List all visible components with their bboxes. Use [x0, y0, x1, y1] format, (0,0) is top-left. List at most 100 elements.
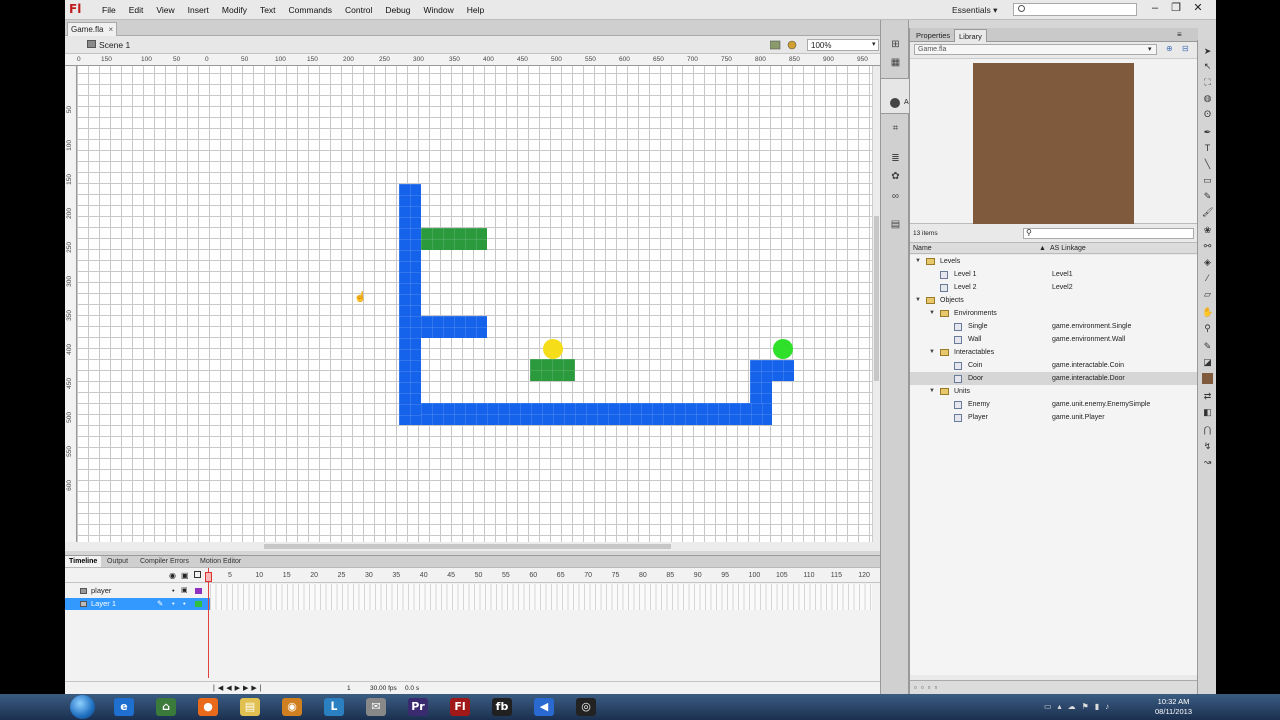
menu-modify[interactable]: Modify	[216, 5, 254, 15]
eye-icon[interactable]: ◉	[169, 571, 176, 580]
frames-grid[interactable]	[210, 584, 872, 610]
lock-icon[interactable]: ▣	[181, 585, 188, 597]
outline-icon[interactable]	[194, 571, 201, 578]
taskbar-app-internet-explorer[interactable]: e	[106, 695, 142, 719]
taskbar-app-mail[interactable]: ✉	[358, 695, 394, 719]
library-symbol-row[interactable]: Door game.interactable.Door	[910, 372, 1198, 385]
platform-tile[interactable]	[530, 359, 575, 381]
door-instance[interactable]	[773, 339, 793, 359]
pen-tool-icon[interactable]: ✒	[1202, 127, 1213, 138]
lasso-tool-icon[interactable]: ʘ	[1202, 109, 1213, 120]
edit-symbols-icons[interactable]	[770, 39, 800, 51]
layer-row[interactable]: player • ▣	[65, 585, 210, 597]
scroll-thumb[interactable]	[874, 216, 879, 381]
lock-icon[interactable]: ▣	[181, 571, 189, 580]
fill-color-icon[interactable]: ◪	[1202, 357, 1213, 368]
library-folder-row[interactable]: ▼ Levels	[910, 255, 1198, 268]
close-window-button[interactable]: ✕	[1189, 1, 1207, 15]
selection-tool-icon[interactable]: ➤	[1202, 46, 1213, 57]
frame-rate[interactable]: 30.00 fps	[370, 685, 397, 692]
library-document-select[interactable]: Game.fla	[914, 44, 1157, 55]
motion-presets-icon[interactable]: ∞	[890, 192, 901, 202]
library-symbol-row[interactable]: Coin game.interactable.Coin	[910, 359, 1198, 372]
expand-toggle-icon[interactable]: ▼	[915, 294, 921, 307]
taskbar-app-photos[interactable]: ◉	[274, 695, 310, 719]
menu-file[interactable]: File	[96, 5, 123, 15]
expand-toggle-icon[interactable]: ▼	[929, 385, 935, 398]
visibility-dot[interactable]: •	[172, 585, 175, 597]
taskbar-app-flash[interactable]: Fl	[442, 695, 478, 719]
system-tray-icons[interactable]: ▭▴☁⚑▮♪	[1044, 702, 1115, 711]
align-panel-icon[interactable]: ⊞	[890, 40, 901, 50]
document-tab[interactable]: Game.fla ×	[67, 22, 118, 36]
coin-instance[interactable]	[543, 339, 563, 359]
close-tab-icon[interactable]: ×	[108, 25, 113, 34]
menu-insert[interactable]: Insert	[182, 5, 216, 15]
tab-library[interactable]: Library	[954, 29, 987, 42]
taskbar-clock[interactable]: 10:32 AM 08/11/2013	[1155, 697, 1192, 717]
menu-help[interactable]: Help	[461, 5, 491, 15]
pin-library-icon[interactable]: ⊕	[1166, 44, 1173, 53]
menu-commands[interactable]: Commands	[283, 5, 339, 15]
stroke-color-icon[interactable]: ✎	[1202, 341, 1213, 352]
history-panel-icon[interactable]: ≣	[890, 154, 901, 164]
minimize-button[interactable]: –	[1146, 1, 1164, 15]
column-name[interactable]: Name	[913, 243, 932, 254]
taskbar-app-premiere[interactable]: Pr	[400, 695, 436, 719]
subselection-tool-icon[interactable]: ↖	[1202, 61, 1213, 72]
expand-toggle-icon[interactable]: ▼	[915, 255, 921, 268]
text-tool-icon[interactable]: T	[1202, 143, 1213, 154]
start-button[interactable]	[70, 695, 95, 719]
library-action-icons[interactable]: ▫▫▫▫	[914, 683, 941, 692]
library-symbol-row[interactable]: Single game.environment.Single	[910, 320, 1198, 333]
wall-tile[interactable]	[421, 403, 772, 425]
taskbar-app-flashdevelop[interactable]: ᒪ	[316, 695, 352, 719]
library-symbol-row[interactable]: Level 2 Level2	[910, 281, 1198, 294]
panel-menu-icon[interactable]: ≡	[1177, 30, 1182, 39]
menu-view[interactable]: View	[150, 5, 181, 15]
library-folder-row[interactable]: ▼ Objects	[910, 294, 1198, 307]
free-transform-tool-icon[interactable]: ⛶	[1202, 77, 1213, 88]
workspace-switcher[interactable]: Essentials ▾	[952, 5, 997, 16]
help-search-input[interactable]	[1013, 3, 1137, 16]
transform-panel-icon[interactable]: ⌗	[890, 124, 901, 134]
lock-dot[interactable]: •	[183, 598, 186, 610]
brush-tool-icon[interactable]: 🖌	[1202, 207, 1213, 218]
eyedropper-tool-icon[interactable]: ⁄	[1202, 273, 1213, 284]
library-symbol-row[interactable]: Enemy game.unit.enemy.EnemySimple	[910, 398, 1198, 411]
taskbar-app-flash-builder[interactable]: fb	[484, 695, 520, 719]
taskbar-app-obs[interactable]: ◎	[568, 695, 604, 719]
menu-control[interactable]: Control	[339, 5, 379, 15]
menu-debug[interactable]: Debug	[379, 5, 417, 15]
menu-text[interactable]: Text	[254, 5, 283, 15]
deco-tool-icon[interactable]: ❀	[1202, 225, 1213, 236]
playhead-handle[interactable]	[205, 572, 212, 582]
restore-button[interactable]: ❐	[1167, 1, 1185, 15]
taskbar-app-firefox[interactable]: ●	[190, 695, 226, 719]
paint-bucket-tool-icon[interactable]: ◈	[1202, 257, 1213, 268]
library-folder-row[interactable]: ▼ Interactables	[910, 346, 1198, 359]
scene-label[interactable]: Scene 1	[99, 40, 130, 50]
bone-tool-icon[interactable]: ⚯	[1202, 241, 1213, 252]
library-symbol-row[interactable]: Wall game.environment.Wall	[910, 333, 1198, 346]
code-snippets-icon[interactable]: ▤	[890, 220, 901, 230]
library-search-input[interactable]	[1023, 228, 1194, 239]
wall-tile[interactable]	[750, 360, 772, 403]
pencil-tool-icon[interactable]: ✎	[1202, 191, 1213, 202]
components-panel-icon[interactable]: ✿	[890, 172, 901, 182]
swap-colors-icon[interactable]: ⇄	[1202, 391, 1213, 402]
layer-color-swatch[interactable]	[195, 588, 202, 594]
tab-properties[interactable]: Properties	[912, 29, 954, 42]
wall-tile[interactable]	[421, 316, 487, 338]
playback-controls[interactable]: |◀◀▶▶▶|	[213, 684, 265, 692]
new-library-panel-icon[interactable]: ⊟	[1182, 44, 1189, 53]
fill-swatch[interactable]	[1202, 373, 1213, 384]
straighten-icon[interactable]: ↝	[1202, 457, 1213, 468]
menu-edit[interactable]: Edit	[123, 5, 151, 15]
eraser-tool-icon[interactable]: ▱	[1202, 289, 1213, 300]
column-linkage[interactable]: AS Linkage	[1050, 243, 1086, 254]
stage-horizontal-scrollbar[interactable]	[65, 542, 880, 551]
scroll-thumb[interactable]	[264, 544, 671, 549]
platform-tile[interactable]	[421, 228, 487, 250]
zoom-tool-icon[interactable]: ⚲	[1202, 323, 1213, 334]
